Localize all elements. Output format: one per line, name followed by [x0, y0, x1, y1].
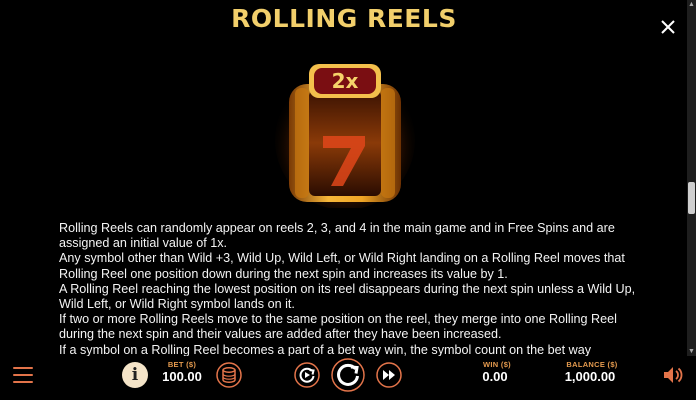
- scroll-down-arrow-icon[interactable]: ▼: [687, 347, 696, 356]
- balance-label: BALANCE ($): [566, 360, 618, 369]
- scroll-up-arrow-icon[interactable]: ▲: [687, 0, 696, 9]
- info-icon[interactable]: i: [122, 362, 148, 388]
- rules-text: Rolling Reels can randomly appear on ree…: [59, 221, 639, 358]
- autoplay-icon[interactable]: [294, 362, 320, 388]
- bet-value: 100.00: [162, 369, 202, 384]
- fast-forward-icon[interactable]: [376, 362, 402, 388]
- close-icon[interactable]: [658, 17, 678, 37]
- scrollbar-thumb[interactable]: [688, 182, 695, 214]
- hamburger-menu-icon[interactable]: [13, 367, 33, 383]
- rules-paragraph: Any symbol other than Wild +3, Wild Up, …: [59, 251, 625, 281]
- rolling-reel-illustration: 2x: [275, 64, 415, 208]
- rules-paragraph: If two or more Rolling Reels move to the…: [59, 312, 617, 342]
- coin-stack-icon[interactable]: [216, 362, 242, 388]
- spin-icon[interactable]: [331, 358, 365, 392]
- win-value: 0.00: [482, 369, 508, 384]
- multiplier-badge: 2x: [332, 69, 359, 93]
- bottom-bar: i BET ($) 100.00 WIN ($) 0.00 BALANCE ($…: [0, 356, 696, 400]
- bet-label: BET ($): [167, 360, 197, 369]
- speaker-icon[interactable]: [662, 365, 684, 385]
- win-label: WIN ($): [483, 360, 511, 369]
- page-title: ROLLING REELS: [231, 4, 457, 33]
- scrollbar[interactable]: ▲ ▼: [687, 0, 696, 356]
- balance-value: 1,000.00: [564, 369, 616, 384]
- rules-paragraph: A Rolling Reel reaching the lowest posit…: [59, 281, 636, 312]
- rules-paragraph: Rolling Reels can randomly appear on ree…: [59, 221, 615, 251]
